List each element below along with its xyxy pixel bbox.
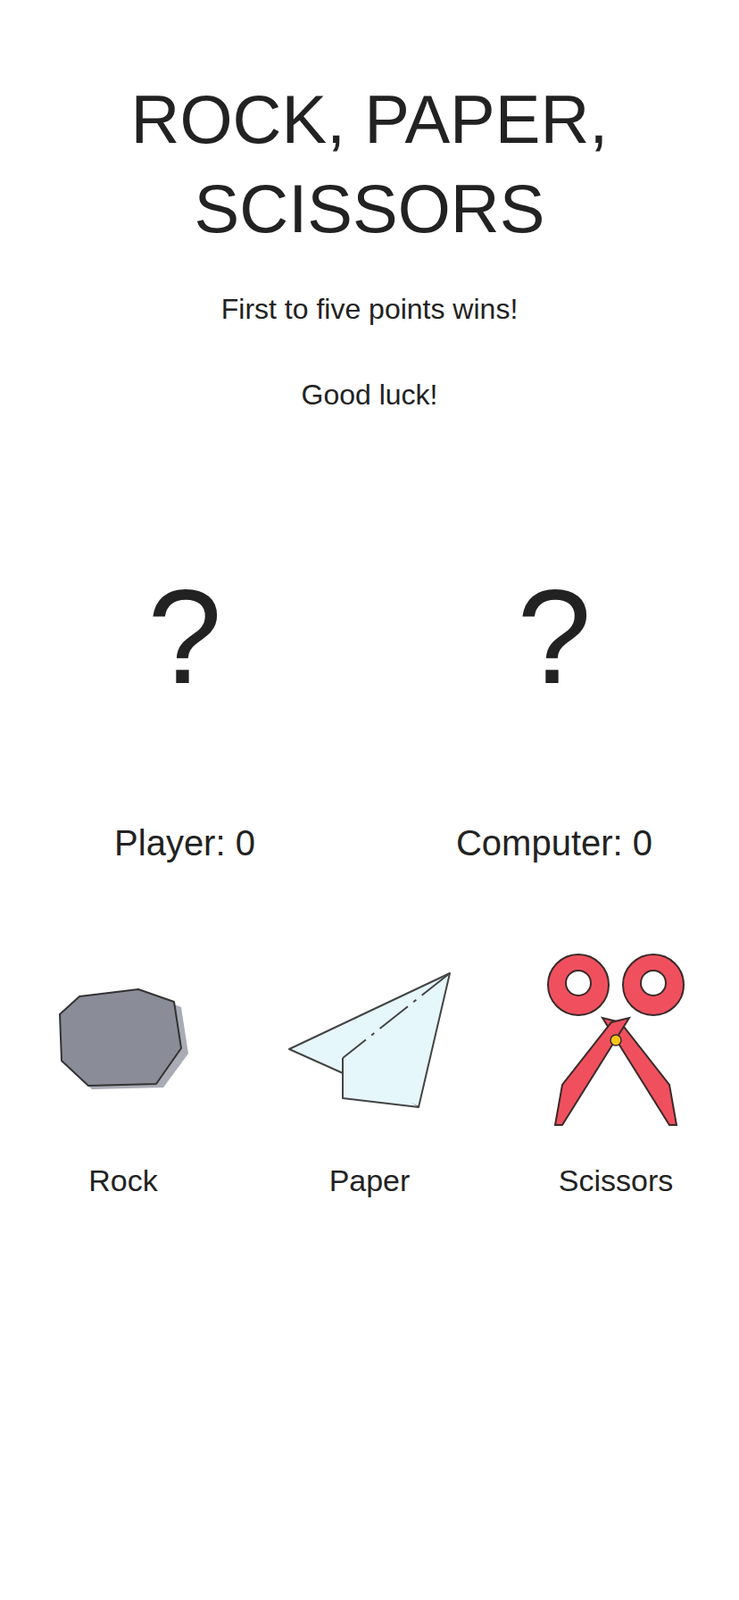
choice-label: Scissors bbox=[558, 1160, 673, 1200]
paper-button[interactable]: Paper bbox=[246, 946, 493, 1200]
picks: ?? bbox=[0, 569, 739, 704]
computer-pick: ? bbox=[369, 569, 739, 704]
intro: First to five points wins! Good luck! bbox=[221, 285, 519, 418]
score: Computer: 0 bbox=[369, 819, 739, 866]
choices: Rock Paper Scissors bbox=[0, 946, 739, 1200]
page: ROCK, PAPER, SCISSORS First to five point… bbox=[0, 0, 739, 1600]
scissors-button[interactable]: Scissors bbox=[492, 946, 739, 1200]
rock-icon bbox=[56, 981, 191, 1098]
paper-plane-icon bbox=[280, 963, 459, 1116]
player-pick: ? bbox=[0, 569, 370, 704]
title: ROCK, PAPER, SCISSORS bbox=[101, 74, 638, 254]
intro-text: Good luck! bbox=[301, 371, 439, 418]
scores: Player: 0Computer: 0 bbox=[0, 819, 739, 866]
scissors-icon bbox=[544, 950, 688, 1130]
score: Player: 0 bbox=[0, 819, 370, 866]
rock-button[interactable]: Rock bbox=[0, 946, 247, 1200]
choice-label: Paper bbox=[329, 1160, 411, 1200]
choice-label: Rock bbox=[88, 1160, 158, 1200]
intro-text: First to five points wins! bbox=[221, 285, 519, 333]
